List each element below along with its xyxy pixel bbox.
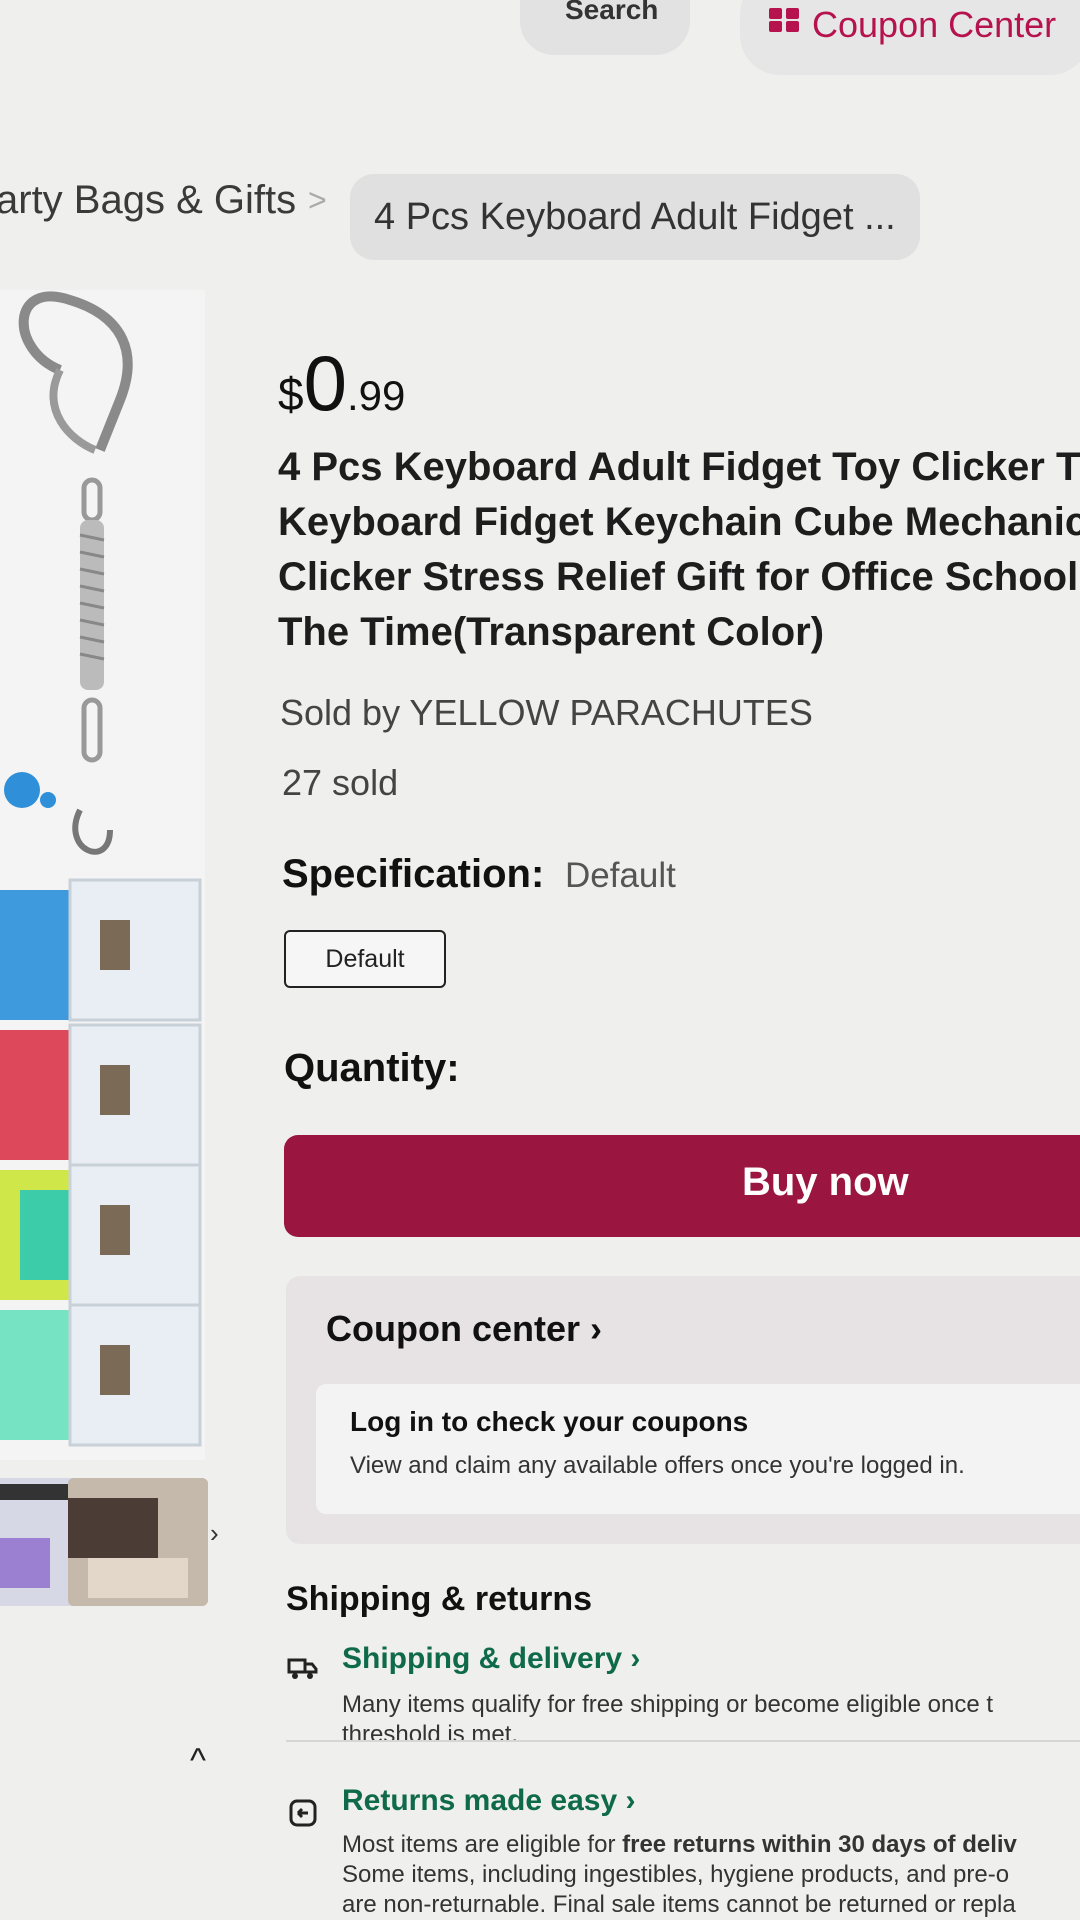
shipping-desc-line: Many items qualify for free shipping or … [342, 1691, 993, 1718]
coupon-login-panel[interactable] [316, 1384, 1080, 1514]
specification-label: Specification: [282, 852, 545, 896]
product-title: 4 Pcs Keyboard Adult Fidget Toy Clicker … [278, 440, 1080, 660]
returns-desc-line: are non-returnable. Final sale items can… [342, 1891, 1016, 1918]
returns-icon [289, 1799, 317, 1827]
breadcrumb-separator-icon: > [308, 182, 327, 218]
coupon-center-link[interactable]: Coupon center › [326, 1308, 602, 1350]
sold-count: 27 sold [282, 762, 399, 803]
specification-value: Default [565, 856, 676, 895]
product-price: $0.99 [278, 338, 405, 429]
price-currency: $ [278, 368, 304, 420]
product-title-line: 4 Pcs Keyboard Adult Fidget Toy Clicker … [278, 445, 1080, 489]
coupon-icon [769, 8, 799, 32]
shipping-delivery-label: Shipping & delivery [342, 1642, 623, 1675]
returns-desc-text: Most items are eligible for [342, 1831, 623, 1858]
chevron-right-icon: › [630, 1642, 641, 1675]
shipping-delivery-link[interactable]: Shipping & delivery › [342, 1642, 640, 1676]
seller-link[interactable]: Sold by YELLOW PARACHUTES [280, 692, 813, 734]
buy-now-label: Buy now [742, 1160, 909, 1204]
product-title-line: The Time(Transparent Color) [278, 610, 825, 654]
product-title-line: Clicker Stress Relief Gift for Office Sc… [278, 555, 1079, 599]
returns-link[interactable]: Returns made easy › [342, 1784, 635, 1818]
coupon-login-title: Log in to check your coupons [350, 1406, 749, 1437]
shipping-returns-heading: Shipping & returns [286, 1580, 592, 1618]
chevron-up-icon[interactable]: ^ [190, 1742, 206, 1781]
price-integer: 0 [303, 339, 347, 427]
chevron-right-icon: › [590, 1308, 603, 1349]
divider [286, 1740, 1080, 1742]
breadcrumb-current: 4 Pcs Keyboard Adult Fidget ... [374, 196, 896, 238]
coupon-login-desc: View and claim any available offers once… [350, 1452, 965, 1479]
returns-desc-line: Some items, including ingestibles, hygie… [342, 1861, 1010, 1888]
price-decimal: .99 [346, 372, 406, 419]
search-button-label: Search [565, 0, 659, 25]
shipping-desc-line: threshold is met. [342, 1721, 519, 1748]
quantity-label: Quantity: [284, 1046, 460, 1090]
buy-now-button[interactable] [284, 1135, 1080, 1237]
specification-option-default[interactable]: Default [284, 930, 446, 988]
chevron-right-icon: › [625, 1784, 636, 1817]
returns-desc-bold: free returns within 30 days of deliv [622, 1831, 1017, 1858]
product-title-line: Keyboard Fidget Keychain Cube Mechanic [278, 500, 1080, 544]
breadcrumb-parent[interactable]: arty Bags & Gifts [0, 178, 296, 223]
truck-icon [287, 1658, 318, 1679]
chevron-right-icon[interactable]: › [210, 1518, 219, 1549]
thumbnail-image[interactable] [68, 1478, 208, 1606]
product-main-image[interactable] [0, 290, 205, 1460]
returns-desc: Most items are eligible for free returns… [342, 1830, 1080, 1920]
returns-label: Returns made easy [342, 1784, 618, 1817]
coupon-center-title: Coupon center [326, 1308, 581, 1349]
returns-desc-line: Most items are eligible for free returns… [342, 1830, 1080, 1860]
coupon-center-label: Coupon Center [812, 4, 1057, 45]
